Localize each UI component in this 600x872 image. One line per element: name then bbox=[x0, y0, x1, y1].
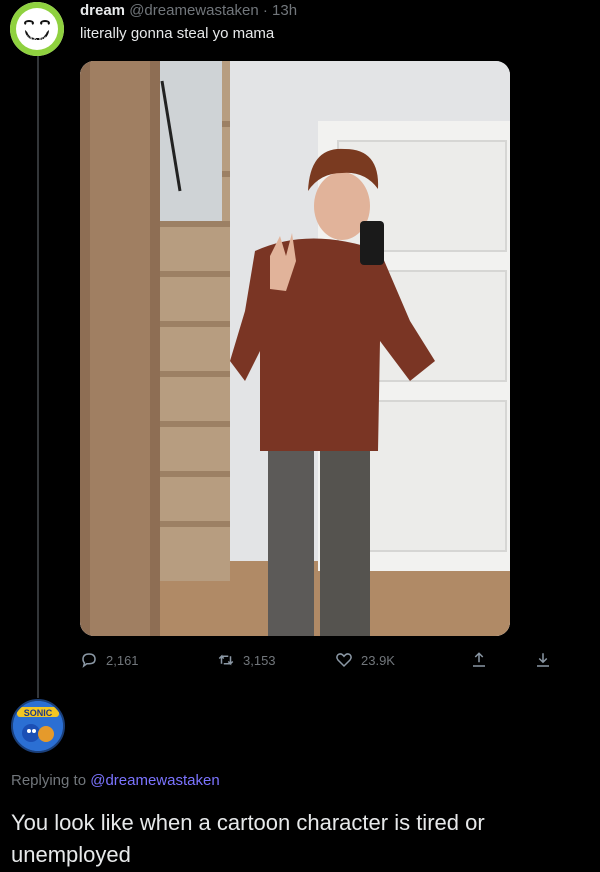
dream-avatar[interactable]: fuck you bbox=[10, 2, 64, 56]
replying-prefix: Replying to bbox=[11, 772, 87, 789]
tweet-photo[interactable] bbox=[80, 61, 510, 636]
author-handle[interactable]: @dreamewastaken bbox=[129, 2, 258, 19]
header-separator: · bbox=[262, 2, 268, 19]
sonic-logo-word: SONIC bbox=[24, 708, 53, 718]
retweet-button[interactable]: 3,153 bbox=[217, 651, 276, 669]
like-icon bbox=[336, 653, 352, 668]
tweet-header: dream @dreamewastaken · 13h bbox=[80, 2, 297, 19]
author-name[interactable]: dream bbox=[80, 2, 125, 19]
reply-button[interactable]: 2,161 bbox=[80, 651, 139, 669]
tweet-text: literally gonna steal yo mama bbox=[80, 25, 275, 42]
avatar-face bbox=[16, 8, 58, 50]
replying-to: Replying to @dreamewastaken bbox=[11, 772, 220, 789]
tweet-time[interactable]: 13h bbox=[272, 2, 297, 19]
share-icon bbox=[473, 652, 485, 667]
reply-count: 2,161 bbox=[106, 652, 139, 668]
avatar-left-eye bbox=[24, 20, 34, 26]
retweet-count: 3,153 bbox=[243, 652, 276, 668]
avatar-right-eye bbox=[40, 20, 50, 26]
reply-icon bbox=[82, 653, 96, 668]
tweet-actions: 2,161 3,153 23.9K bbox=[80, 651, 560, 673]
download-button[interactable] bbox=[534, 651, 560, 669]
thread-line bbox=[37, 56, 39, 698]
like-button[interactable]: 23.9K bbox=[335, 651, 395, 669]
like-count: 23.9K bbox=[361, 652, 395, 668]
download-icon bbox=[537, 653, 549, 667]
sonic-avatar[interactable]: SONIC bbox=[11, 699, 65, 753]
reply-text: You look like when a cartoon character i… bbox=[11, 810, 485, 867]
avatar-caption: fuck you bbox=[25, 36, 49, 42]
mirror-selfie-image bbox=[80, 61, 510, 636]
replying-handle-link[interactable]: @dreamewastaken bbox=[90, 772, 219, 789]
sonic-logo-icon: SONIC bbox=[13, 701, 63, 751]
share-button[interactable] bbox=[470, 651, 496, 669]
retweet-icon bbox=[218, 654, 234, 666]
